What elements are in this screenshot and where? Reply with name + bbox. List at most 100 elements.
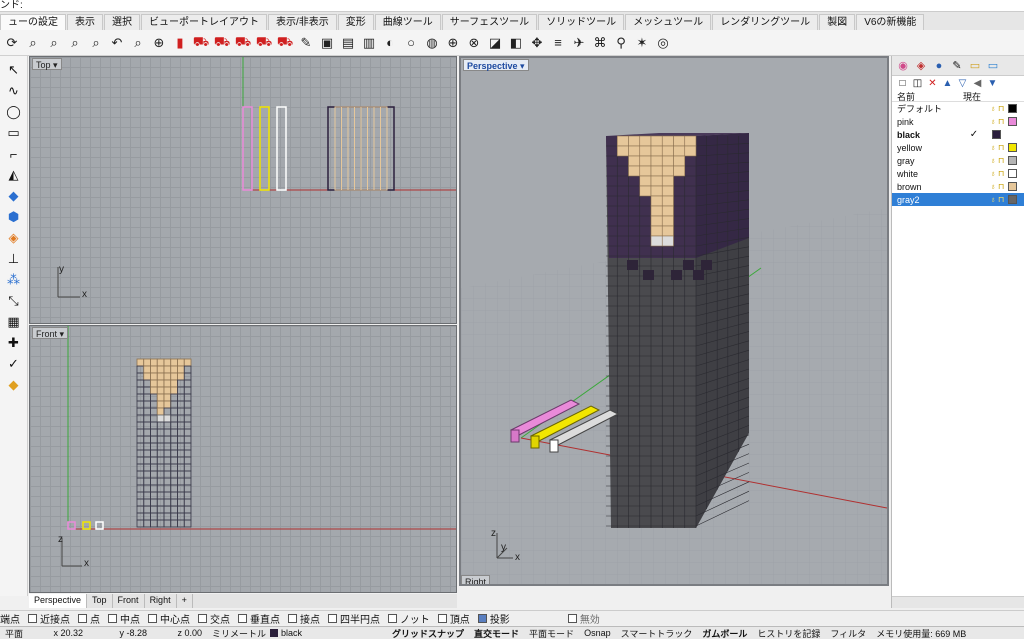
- render-icon[interactable]: ◆: [3, 375, 25, 395]
- layer-color-swatch[interactable]: [1008, 195, 1018, 204]
- menu-tab-5[interactable]: 変形: [337, 14, 374, 30]
- layer-row-デフォルト[interactable]: デフォルト ♁ ⊓: [892, 102, 1024, 115]
- osnap-checkbox[interactable]: [388, 613, 397, 623]
- current-check[interactable]: ✓: [958, 129, 990, 140]
- layer-row-pink[interactable]: pink ♁ ⊓: [892, 115, 1024, 128]
- ortho-toggle[interactable]: 直交モード: [469, 627, 524, 639]
- visibility-icon[interactable]: ♁: [990, 182, 996, 191]
- check-icon[interactable]: ✓: [3, 354, 25, 374]
- gumball-icon[interactable]: ✥: [527, 33, 547, 53]
- add-viewport-icon[interactable]: +: [177, 594, 193, 608]
- layer-row-yellow[interactable]: yellow ♁ ⊓: [892, 141, 1024, 154]
- planar-toggle[interactable]: 平面モード: [524, 627, 579, 639]
- osnap-2[interactable]: 点: [78, 611, 100, 625]
- layer-color-swatch[interactable]: [1008, 156, 1018, 165]
- menu-tab-3[interactable]: ビューポートレイアウト: [141, 14, 267, 30]
- menu-tab-8[interactable]: ソリッドツール: [538, 14, 625, 30]
- render-icon[interactable]: ◐: [380, 33, 400, 53]
- layer-row-gray[interactable]: gray ♁ ⊓: [892, 154, 1024, 167]
- mesh-icon[interactable]: ⌘: [590, 33, 610, 53]
- layer-color-swatch[interactable]: [1008, 143, 1018, 152]
- layer-row-brown[interactable]: brown ♁ ⊓: [892, 180, 1024, 193]
- layers-tab-icon[interactable]: ◈: [913, 58, 929, 74]
- layer-color-swatch[interactable]: [1008, 104, 1018, 113]
- circle-icon[interactable]: ◯: [3, 102, 25, 122]
- osnap-checkbox[interactable]: [78, 613, 87, 623]
- menu-tab-9[interactable]: メッシュツール: [625, 14, 712, 30]
- move-down-icon[interactable]: ▽: [955, 78, 970, 89]
- osnap-7[interactable]: 接点: [288, 611, 320, 625]
- osnap-0[interactable]: 端点: [0, 611, 20, 626]
- osnap-11[interactable]: 投影: [477, 611, 510, 625]
- new-sublayer-icon[interactable]: ◫: [910, 78, 925, 89]
- command-line[interactable]: ンド:: [0, 0, 1024, 12]
- osnap-1[interactable]: 近接点: [28, 611, 70, 625]
- viewport-label-front[interactable]: Front ▾: [32, 327, 69, 339]
- viewport-front[interactable]: z x Front ▾: [29, 325, 457, 593]
- rotate-icon[interactable]: ⟳: [2, 33, 22, 53]
- layer-row-white[interactable]: white ♁ ⊓: [892, 167, 1024, 180]
- menu-tab-4[interactable]: 表示/非表示: [268, 14, 337, 30]
- mesh-icon[interactable]: ◈: [3, 228, 25, 248]
- viewport-tab-top[interactable]: Top: [87, 594, 113, 608]
- car5-icon[interactable]: ⛟: [275, 33, 295, 53]
- sparkle-icon[interactable]: ✶: [632, 33, 652, 53]
- filter-icon[interactable]: ▼: [985, 78, 1000, 89]
- visibility-icon[interactable]: ♁: [990, 169, 996, 178]
- grid-snap-toggle[interactable]: グリッドスナップ: [387, 627, 469, 639]
- zoom-target-icon[interactable]: ⊕: [149, 33, 169, 53]
- osnap-8[interactable]: 四半円点: [328, 611, 380, 625]
- osnap-checkbox[interactable]: [198, 613, 207, 623]
- menu-tab-10[interactable]: レンダリングツール: [712, 14, 819, 30]
- panel-scrollbar[interactable]: [892, 596, 1024, 608]
- viewport-top[interactable]: y x Top ▾: [29, 56, 457, 324]
- osnap-toggle[interactable]: Osnap: [579, 628, 616, 638]
- library-tab-icon[interactable]: ▭: [985, 58, 1001, 74]
- layer-row-black[interactable]: black ✓: [892, 128, 1024, 141]
- zoom-extents-icon[interactable]: ⌕: [65, 33, 85, 53]
- osnap-checkbox[interactable]: [28, 613, 37, 623]
- viewport-tab-perspective[interactable]: Perspective: [29, 594, 88, 608]
- lock-icon[interactable]: ⊓: [998, 143, 1004, 152]
- layer-color-swatch[interactable]: [1008, 169, 1018, 178]
- osnap-checkbox[interactable]: [148, 613, 157, 623]
- layer-color-swatch[interactable]: [1008, 182, 1018, 191]
- move-up-icon[interactable]: ▲: [940, 78, 955, 89]
- render-tab-icon[interactable]: ●: [931, 58, 947, 74]
- osnap-checkbox[interactable]: [437, 613, 447, 623]
- viewport-tab-right[interactable]: Right: [145, 594, 177, 608]
- globe-icon[interactable]: ◍: [422, 33, 442, 53]
- visibility-icon[interactable]: ♁: [990, 143, 996, 152]
- viewport-label-right[interactable]: Right: [461, 575, 491, 584]
- lock-icon[interactable]: ⊓: [998, 117, 1004, 126]
- polyline-icon[interactable]: ⌐: [3, 144, 25, 164]
- points-icon[interactable]: ⁂: [3, 270, 25, 290]
- menu-tab-0[interactable]: ューの設定: [0, 14, 66, 30]
- delete-layer-icon[interactable]: ✕: [925, 78, 940, 89]
- visibility-icon[interactable]: ♁: [990, 156, 996, 165]
- print-icon[interactable]: ▥: [359, 33, 379, 53]
- lock-icon[interactable]: ⊓: [998, 195, 1004, 204]
- left-icon[interactable]: ◀: [970, 78, 985, 89]
- sphere-icon[interactable]: ○: [401, 33, 421, 53]
- surface-icon[interactable]: ◆: [3, 186, 25, 206]
- transform-icon[interactable]: ⤡: [3, 291, 25, 311]
- current-layer-status[interactable]: black: [265, 628, 387, 638]
- osnap-checkbox[interactable]: [288, 613, 297, 623]
- units-status[interactable]: ミリメートル: [207, 627, 266, 639]
- target-icon[interactable]: ⊕: [443, 33, 463, 53]
- pencil-icon[interactable]: ✎: [296, 33, 316, 53]
- lock-icon[interactable]: ⊓: [998, 156, 1004, 165]
- layer-color-swatch[interactable]: [992, 130, 1001, 139]
- camera-icon[interactable]: ▣: [317, 33, 337, 53]
- viewport-tab-front[interactable]: Front: [113, 594, 145, 608]
- osnap-checkbox[interactable]: [567, 613, 577, 623]
- folder-tab-icon[interactable]: ▭: [967, 58, 983, 74]
- car2-icon[interactable]: ⛟: [212, 33, 232, 53]
- solid-icon[interactable]: ⬢: [3, 207, 25, 227]
- car4-icon[interactable]: ⛟: [254, 33, 274, 53]
- lock-icon[interactable]: ⊓: [998, 104, 1004, 113]
- osnap-checkbox[interactable]: [238, 613, 247, 623]
- osnap-10[interactable]: 頂点: [437, 611, 470, 625]
- extrude-icon[interactable]: ◭: [3, 165, 25, 185]
